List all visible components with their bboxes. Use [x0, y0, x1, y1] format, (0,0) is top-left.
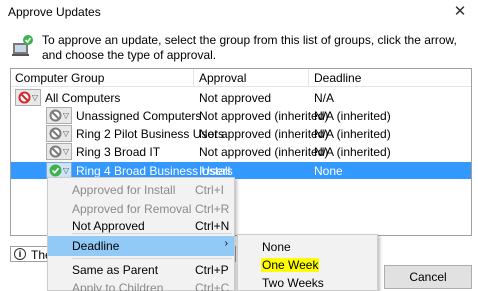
deadline-value: N/A	[314, 91, 335, 105]
submenu-arrow-icon: ›	[224, 238, 228, 249]
chevron-down-icon: ▽	[62, 166, 69, 175]
submenu-item-one-week[interactable]: One Week	[238, 255, 377, 275]
menu-item-approved-for-install[interactable]: Approved for Install Ctrl+I	[48, 180, 234, 200]
group-name: Ring 3 Broad IT	[76, 145, 161, 159]
menu-item-shortcut: Ctrl+C	[195, 281, 230, 291]
grid-header: Computer Group Approval Deadline	[11, 69, 471, 87]
cancel-button[interactable]: Cancel	[384, 265, 472, 289]
submenu-item-label: Two Weeks	[262, 276, 324, 290]
menu-item-label: Approved for Install	[72, 183, 176, 197]
column-header-computer-group[interactable]: Computer Group	[15, 71, 104, 85]
deadline-value: None	[314, 164, 343, 178]
table-row[interactable]: ▽ Unassigned Computers Not approved (inh…	[11, 107, 471, 124]
not-approved-icon	[18, 91, 31, 104]
inherited-icon	[49, 145, 62, 158]
approval-dropdown[interactable]: ▽	[46, 107, 72, 124]
approval-value: Not approved (inherited)	[199, 109, 329, 123]
approval-value: Not approved (inherited)	[199, 127, 329, 141]
table-row[interactable]: ▽ All Computers Not approved N/A	[11, 89, 471, 106]
chevron-down-icon: ▽	[62, 129, 69, 138]
submenu-item-label-highlighted: One Week	[261, 258, 320, 272]
group-name: Unassigned Computers	[76, 109, 202, 123]
menu-item-shortcut: Ctrl+N	[195, 219, 230, 233]
column-divider[interactable]	[193, 69, 194, 87]
table-row[interactable]: ▽ Ring 3 Broad IT Not approved (inherite…	[11, 143, 471, 160]
chevron-down-icon: ▽	[62, 147, 69, 156]
approval-value: Install	[199, 164, 231, 178]
submenu-item-two-weeks[interactable]: Two Weeks	[238, 273, 377, 291]
submenu-item-label: None	[262, 240, 291, 254]
menu-item-shortcut: Ctrl+I	[195, 183, 225, 197]
menu-item-shortcut: Ctrl+P	[195, 263, 229, 277]
approval-dropdown[interactable]: ▽	[46, 125, 72, 142]
install-check-icon	[49, 164, 62, 177]
menu-separator	[72, 233, 232, 234]
chevron-down-icon: ▽	[31, 93, 38, 102]
column-header-approval[interactable]: Approval	[199, 71, 246, 85]
menu-item-label: Not Approved	[72, 219, 145, 233]
menu-item-label: Same as Parent	[72, 263, 159, 277]
inherited-icon	[49, 127, 62, 140]
approval-value: Not approved (inherited)	[199, 145, 329, 159]
deadline-value: N/A (inherited)	[314, 109, 391, 123]
chevron-down-icon: ▽	[62, 111, 69, 120]
approve-updates-icon	[12, 35, 33, 56]
approval-value: Not approved	[199, 91, 272, 105]
menu-item-same-as-parent[interactable]: Same as Parent Ctrl+P	[48, 260, 234, 280]
info-icon: i	[14, 248, 26, 260]
column-divider[interactable]	[308, 69, 309, 87]
menu-item-deadline[interactable]: Deadline ›	[48, 236, 234, 256]
title-bar: Approve Updates ✕	[0, 0, 478, 24]
menu-item-label: Deadline	[72, 239, 120, 253]
menu-item-label: Apply to Children	[72, 281, 164, 291]
table-row[interactable]: ▽ Ring 2 Pilot Business Users Not approv…	[11, 125, 471, 142]
submenu-item-none[interactable]: None	[238, 237, 377, 257]
approval-context-menu: Approved for Install Ctrl+I Approved for…	[47, 177, 235, 291]
inherited-icon	[49, 109, 62, 122]
deadline-value: N/A (inherited)	[314, 127, 391, 141]
window-title: Approve Updates	[8, 5, 101, 19]
column-header-deadline[interactable]: Deadline	[314, 71, 361, 85]
menu-separator	[72, 258, 232, 259]
menu-item-shortcut: Ctrl+R	[195, 202, 230, 216]
deadline-value: N/A (inherited)	[314, 145, 391, 159]
instructions-text: To approve an update, select the group f…	[42, 33, 457, 62]
close-button[interactable]: ✕	[450, 2, 470, 22]
approval-dropdown[interactable]: ▽	[46, 143, 72, 160]
group-name: All Computers	[45, 91, 121, 105]
menu-item-apply-to-children[interactable]: Apply to Children Ctrl+C	[48, 278, 234, 291]
deadline-submenu: None One Week Two Weeks	[237, 234, 378, 291]
approval-dropdown[interactable]: ▽	[15, 89, 41, 106]
menu-item-label: Approved for Removal	[72, 202, 192, 216]
